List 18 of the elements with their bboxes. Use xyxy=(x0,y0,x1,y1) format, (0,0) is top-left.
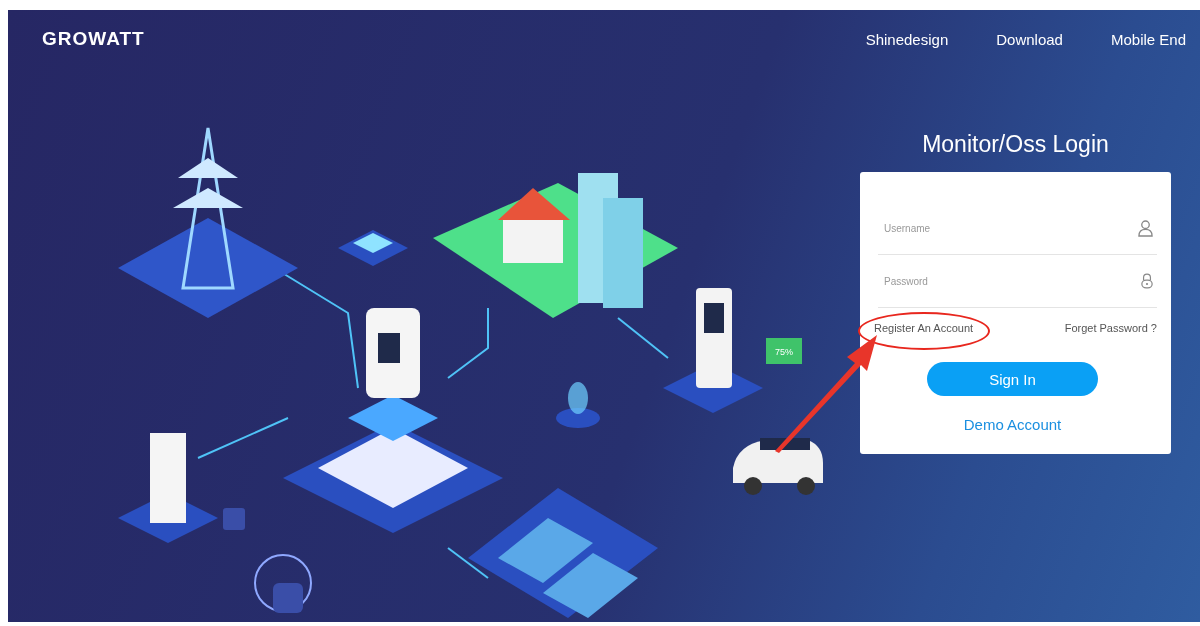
connector-line xyxy=(447,547,489,579)
chip-drawing xyxy=(338,230,408,266)
lamp-drawing xyxy=(556,382,600,428)
connector-line xyxy=(447,307,489,379)
password-field[interactable]: Password xyxy=(882,274,1141,288)
nav-link[interactable]: Download xyxy=(996,30,1063,48)
brand-logo[interactable]: GROWATT xyxy=(42,28,145,50)
lock-icon xyxy=(1141,273,1153,289)
demo-account-link[interactable]: Demo Account xyxy=(963,416,1062,433)
nav-link[interactable]: Mobile End xyxy=(1110,30,1186,48)
battery-sign-drawing: 75% xyxy=(766,338,802,364)
forgot-password-link[interactable]: Forget Password ? xyxy=(1064,322,1157,334)
user-icon xyxy=(1138,219,1153,237)
register-link[interactable]: Register An Account xyxy=(874,322,974,334)
username-field[interactable]: Username xyxy=(882,221,1138,235)
connector-line xyxy=(617,317,669,359)
login-title: Monitor/Oss Login xyxy=(922,131,1109,158)
nav-link[interactable]: Shinedesign xyxy=(865,30,949,48)
